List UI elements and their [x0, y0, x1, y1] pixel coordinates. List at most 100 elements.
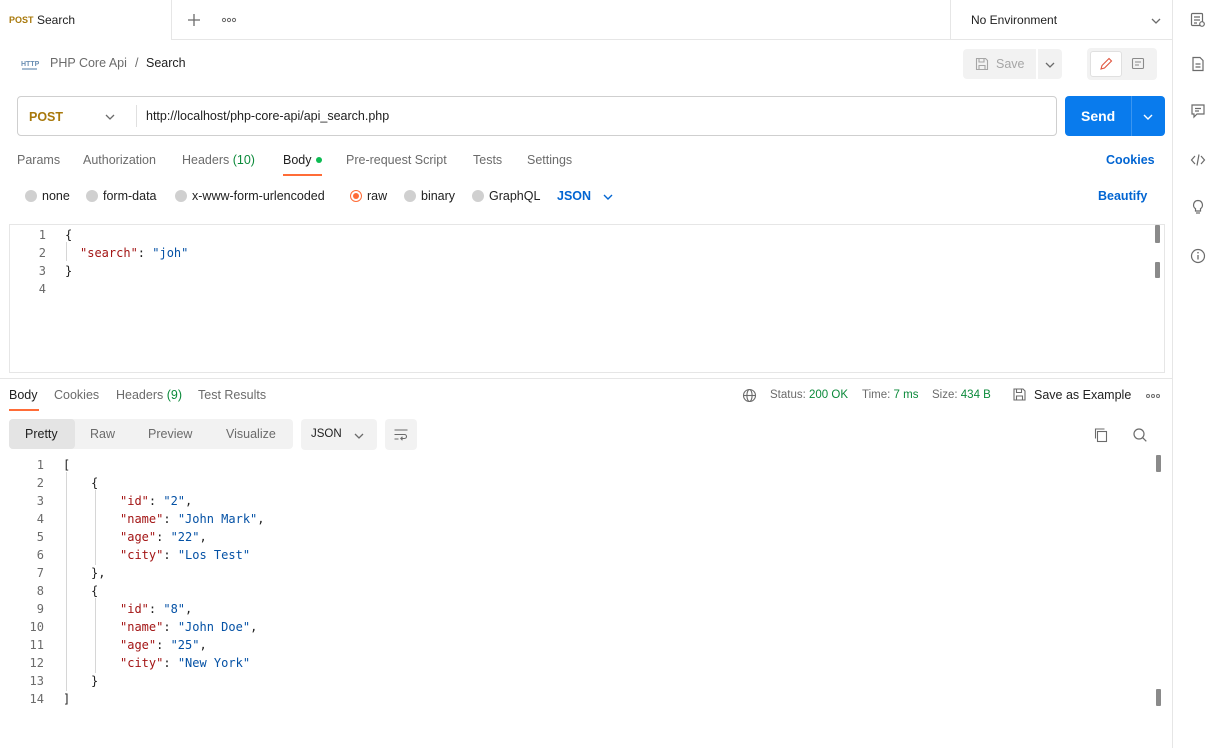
tab-params[interactable]: Params [17, 153, 60, 167]
response-tab-headers[interactable]: Headers (9) [116, 388, 182, 402]
url-input[interactable]: http://localhost/php-core-api/api_search… [146, 109, 389, 123]
radio-form-data[interactable] [86, 190, 98, 202]
body-indicator-dot [316, 157, 322, 163]
response-tab-body[interactable]: Body [9, 388, 38, 402]
tab-tests[interactable]: Tests [473, 153, 502, 167]
mode-toggle [1087, 48, 1157, 80]
environment-quick-look-icon[interactable] [1189, 11, 1207, 29]
radio-raw-label[interactable]: raw [367, 189, 387, 203]
documentation-icon[interactable] [1189, 55, 1207, 73]
radio-graphql[interactable] [472, 190, 484, 202]
response-status[interactable]: Status: 200 OK [770, 389, 848, 401]
globe-icon[interactable] [742, 388, 757, 406]
json-key: "id" [120, 494, 149, 508]
json-value: "25" [170, 638, 200, 652]
tab-headers-label: Headers [182, 153, 230, 167]
scrollbar-thumb[interactable] [1156, 689, 1161, 706]
tab-headers[interactable]: Headers (10) [182, 153, 255, 167]
more-tabs-icon[interactable] [221, 14, 237, 26]
search-icon[interactable] [1132, 427, 1148, 446]
response-size[interactable]: Size: 434 B [932, 389, 991, 401]
response-format-selector[interactable]: JSON [301, 419, 377, 450]
send-button[interactable]: Send [1065, 96, 1165, 136]
lightbulb-icon[interactable] [1189, 198, 1207, 216]
chevron-down-icon [104, 111, 116, 125]
code-brace-close: }, [91, 566, 106, 580]
edit-mode-button[interactable] [1090, 51, 1122, 77]
json-value: "8" [163, 602, 186, 616]
line-number: 13 [29, 674, 44, 688]
view-visualize[interactable]: Visualize [226, 427, 276, 441]
response-time[interactable]: Time: 7 ms [862, 389, 918, 401]
line-number: 6 [36, 548, 44, 562]
new-tab-plus-icon[interactable] [186, 12, 202, 28]
scrollbar-thumb[interactable] [1156, 455, 1161, 472]
breadcrumb-collection[interactable]: PHP Core Api [50, 56, 127, 70]
radio-form-data-label[interactable]: form-data [103, 189, 157, 203]
radio-none[interactable] [25, 190, 37, 202]
send-label: Send [1081, 108, 1116, 124]
code-brace-open: { [91, 476, 99, 490]
status-label: Status: [770, 389, 806, 401]
radio-binary-label[interactable]: binary [421, 189, 455, 203]
chevron-down-icon[interactable] [1142, 111, 1154, 125]
view-raw[interactable]: Raw [90, 427, 115, 441]
radio-graphql-label[interactable]: GraphQL [489, 189, 540, 203]
line-number: 3 [38, 264, 46, 278]
tab-body[interactable]: Body [283, 153, 312, 167]
cookies-link[interactable]: Cookies [1106, 153, 1155, 167]
info-icon[interactable] [1189, 247, 1207, 265]
copy-icon[interactable] [1093, 427, 1109, 446]
code-bracket-close: ] [63, 692, 71, 706]
radio-raw[interactable] [350, 190, 362, 202]
beautify-button[interactable]: Beautify [1098, 189, 1147, 203]
save-options-button[interactable] [1038, 49, 1062, 79]
json-value: "John Mark" [177, 512, 258, 526]
json-value: "joh" [152, 246, 189, 260]
save-icon [975, 57, 989, 74]
tab-prerequest-script[interactable]: Pre-request Script [346, 153, 447, 167]
view-pretty[interactable]: Pretty [25, 427, 58, 441]
code-brace-close: } [65, 264, 73, 278]
radio-urlencoded[interactable] [175, 190, 187, 202]
line-number: 14 [29, 692, 44, 706]
scrollbar-thumb[interactable] [1155, 262, 1160, 278]
method-label: POST [29, 110, 64, 124]
save-button[interactable]: Save [963, 49, 1036, 79]
send-divider [1131, 96, 1132, 136]
response-tab-test-results[interactable]: Test Results [198, 388, 266, 402]
breadcrumb-request-name[interactable]: Search [146, 56, 186, 70]
comments-icon[interactable] [1189, 102, 1207, 120]
request-tab[interactable]: POST Search [0, 0, 172, 40]
radio-urlencoded-label[interactable]: x-www-form-urlencoded [192, 189, 325, 203]
save-as-example-button[interactable]: Save as Example [1034, 388, 1131, 402]
pencil-icon [1099, 57, 1113, 74]
environment-selector[interactable]: No Environment [950, 0, 1172, 40]
size-label: Size: [932, 389, 958, 401]
json-value: "John Doe" [177, 620, 251, 634]
line-number: 1 [38, 228, 46, 242]
response-tab-cookies[interactable]: Cookies [54, 388, 99, 402]
language-selector[interactable]: JSON [557, 189, 591, 203]
request-body-editor[interactable]: 1 2 3 4 { "search": "joh" } [9, 224, 1165, 373]
chevron-down-icon [1150, 15, 1162, 29]
scrollbar-thumb[interactable] [1155, 225, 1160, 243]
method-selector[interactable]: POST [18, 97, 136, 135]
tab-authorization[interactable]: Authorization [83, 153, 156, 167]
json-key: "name" [120, 620, 164, 634]
chevron-down-icon[interactable] [602, 191, 614, 205]
wrap-lines-icon [393, 427, 409, 445]
wrap-lines-button[interactable] [385, 419, 417, 450]
response-body-viewer[interactable]: 1 2 3 4 5 6 7 8 9 10 11 12 13 14 [ { "id… [0, 455, 1165, 748]
view-preview[interactable]: Preview [148, 427, 192, 441]
radio-binary[interactable] [404, 190, 416, 202]
radio-none-label[interactable]: none [42, 189, 70, 203]
tab-settings[interactable]: Settings [527, 153, 572, 167]
more-options-icon[interactable] [1145, 390, 1161, 404]
comment-mode-icon[interactable] [1131, 57, 1145, 74]
json-key: "search" [80, 246, 138, 260]
status-value: 200 OK [809, 389, 849, 401]
time-label: Time: [862, 389, 891, 401]
code-icon[interactable] [1189, 151, 1207, 169]
line-number: 8 [36, 584, 44, 598]
